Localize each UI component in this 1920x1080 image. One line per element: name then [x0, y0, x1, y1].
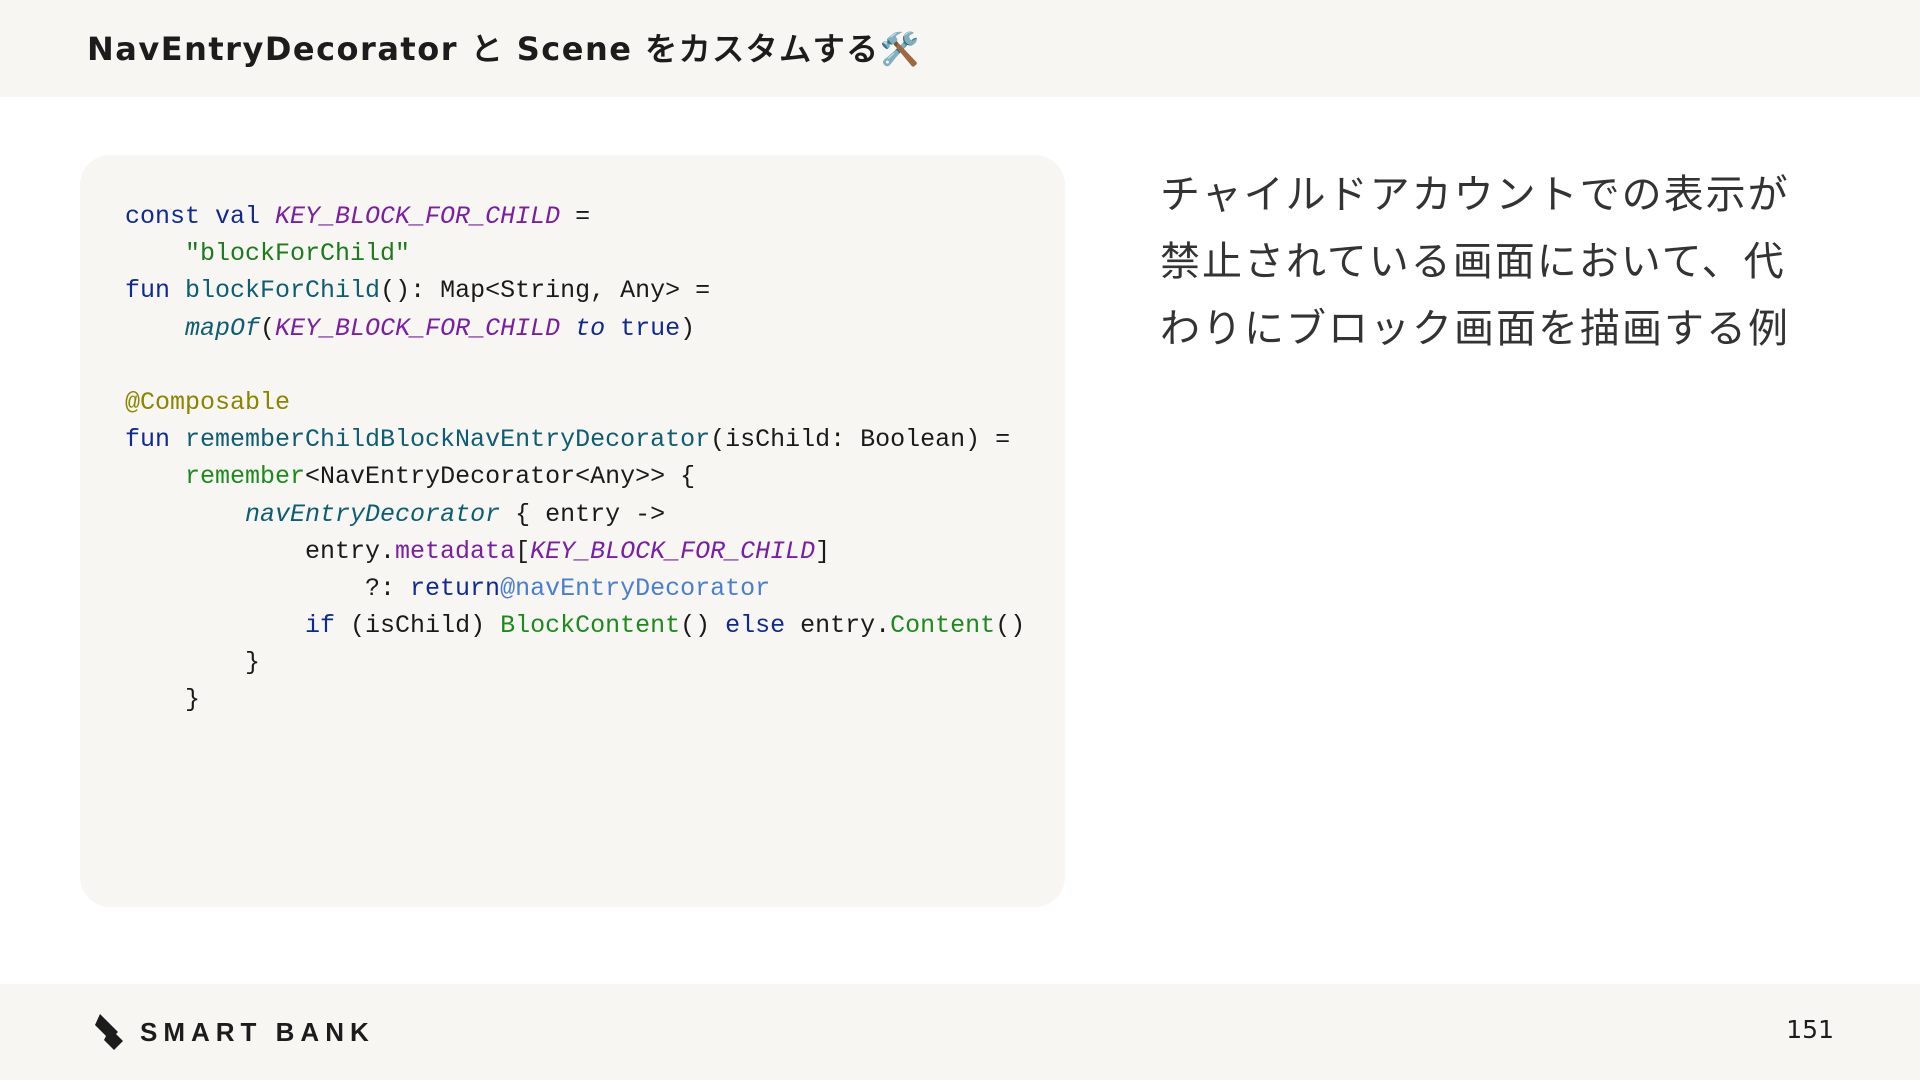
code-token: { entry -> [500, 499, 666, 529]
code-token: [ [515, 536, 531, 566]
code-token: Content [890, 611, 996, 641]
smartbank-logo-mark-icon [95, 1014, 123, 1050]
code-token: (isChild: Boolean) = [710, 425, 1011, 455]
code-token: remember [185, 462, 306, 492]
logo-text: SMART BANK [140, 1016, 375, 1047]
slide-title: NavEntryDecorator と Scene をカスタムする🛠️ [87, 30, 921, 68]
code-token: ( [260, 313, 276, 343]
code-token: else [725, 611, 786, 641]
code-token: true [620, 313, 681, 343]
code-token: (): Map<String, Any> = [380, 276, 711, 306]
code-token: metadata [395, 536, 516, 566]
description-line: チャイルドアカウントでの表示が [1160, 172, 1790, 218]
code-token: mapOf [185, 313, 261, 343]
code-token: } [125, 685, 201, 715]
code-token: } [125, 648, 261, 678]
code-line: fun rememberChildBlockNavEntryDecorator(… [125, 421, 1025, 458]
code-line: } [125, 681, 1025, 718]
page-number: 151 [1786, 1015, 1834, 1044]
code-line: "blockForChild" [125, 235, 1025, 272]
code-line: navEntryDecorator { entry -> [125, 496, 1025, 533]
code-token: fun [125, 425, 186, 455]
code-token: return [410, 573, 501, 603]
code-line: ?: return@navEntryDecorator [125, 570, 1025, 607]
code-token: (isChild) [335, 611, 501, 641]
code-line: mapOf(KEY_BLOCK_FOR_CHILD to true) [125, 310, 1025, 347]
code-token: = [560, 202, 591, 231]
code-line: } [125, 644, 1025, 681]
code-token: rememberChildBlockNavEntryDecorator [185, 425, 711, 455]
code-token: KEY_BLOCK_FOR_CHILD [275, 313, 561, 343]
code-token: navEntryDecorator [245, 499, 501, 529]
code-block: const val KEY_BLOCK_FOR_CHILD = "blockFo… [125, 198, 1025, 719]
code-line: @Composable [125, 384, 1025, 421]
code-token: "blockForChild" [185, 239, 411, 269]
code-panel: const val KEY_BLOCK_FOR_CHILD = "blockFo… [80, 155, 1065, 907]
code-token: <NavEntryDecorator<Any>> { [305, 462, 696, 492]
code-token: BlockContent [500, 611, 681, 641]
description: チャイルドアカウントでの表示が 禁止されている画面において、代 わりにブロック画… [1160, 162, 1860, 363]
code-line: fun blockForChild(): Map<String, Any> = [125, 272, 1025, 309]
code-token: fun [125, 276, 186, 306]
smartbank-logo: SMART BANK [92, 1012, 375, 1052]
code-line: remember<NavEntryDecorator<Any>> { [125, 458, 1025, 495]
code-token: @navEntryDecorator [500, 573, 771, 603]
code-token: @Composable [125, 387, 291, 417]
code-line: entry.metadata[KEY_BLOCK_FOR_CHILD] [125, 533, 1025, 570]
slide-header: NavEntryDecorator と Scene をカスタムする🛠️ [0, 0, 1920, 97]
code-token: to [560, 313, 621, 343]
code-token: ?: [125, 573, 411, 603]
code-token: () [680, 611, 726, 641]
code-token: ) [680, 313, 696, 343]
code-token: KEY_BLOCK_FOR_CHILD [275, 202, 561, 231]
code-token: const val [125, 202, 276, 231]
code-line: const val KEY_BLOCK_FOR_CHILD = [125, 198, 1025, 235]
code-token: entry. [125, 536, 396, 566]
code-token: if [305, 611, 336, 641]
description-line: 禁止されている画面において、代 [1160, 239, 1786, 285]
description-line: わりにブロック画面を描画する例 [1160, 306, 1790, 352]
code-line: if (isChild) BlockContent() else entry.C… [125, 607, 1025, 644]
code-token: KEY_BLOCK_FOR_CHILD [530, 536, 816, 566]
code-token: entry. [785, 611, 891, 641]
code-token: () [995, 611, 1026, 641]
code-token: blockForChild [185, 276, 381, 306]
code-token: ] [815, 536, 831, 566]
